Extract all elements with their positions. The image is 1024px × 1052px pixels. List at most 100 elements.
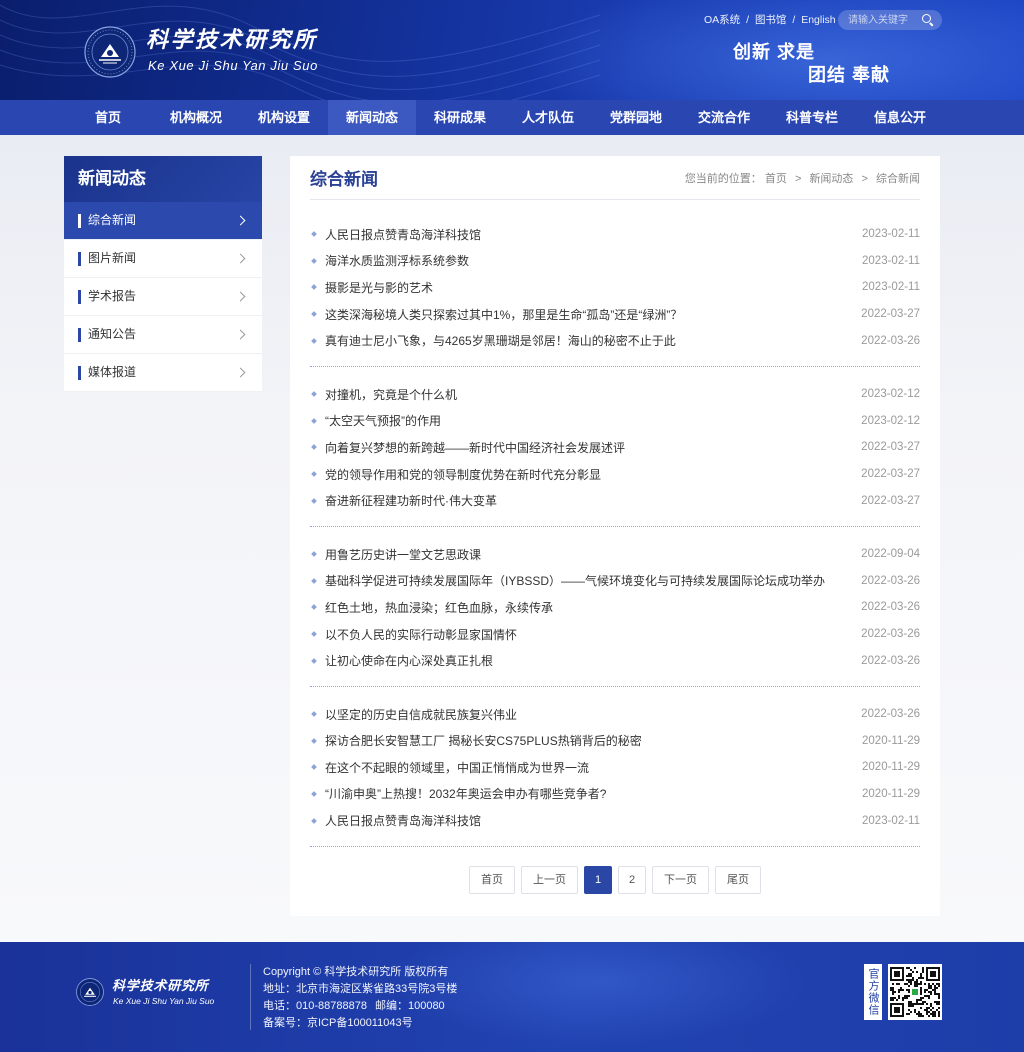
footer-copyright: Copyright © 科学技术研究所 版权所有: [263, 966, 449, 978]
news-item[interactable]: 人民日报点赞青岛海洋科技馆 2023-02-11: [310, 807, 920, 834]
news-title-link[interactable]: 基础科学促进可持续发展国际年（IYBSSD）——气候环境变化与可持续发展国际论坛…: [325, 572, 851, 589]
news-item[interactable]: 探访合肥长安智慧工厂 揭秘长安CS75PLUS热销背后的秘密 2020-11-29: [310, 728, 920, 755]
nav-item-talent[interactable]: 人才队伍: [504, 100, 592, 135]
breadcrumb-home-link[interactable]: 首页: [765, 173, 787, 185]
footer-info: Copyright © 科学技术研究所 版权所有 地址：北京市海淀区紫雀路33号…: [263, 964, 457, 1032]
first-page-button[interactable]: 首页: [469, 865, 515, 894]
news-item[interactable]: 在这个不起眼的领域里，中国正悄悄成为世界一流 2020-11-29: [310, 754, 920, 781]
news-item[interactable]: “川渝申奥”上热搜！2032年奥运会申办有哪些竞争者? 2020-11-29: [310, 781, 920, 808]
next-page-button[interactable]: 下一页: [652, 865, 709, 894]
news-item[interactable]: 向着复兴梦想的新跨越——新时代中国经济社会发展述评 2022-03-27: [310, 434, 920, 461]
breadcrumb-news-link[interactable]: 新闻动态: [809, 173, 853, 185]
diamond-bullet-icon: [311, 258, 317, 264]
news-date: 2020-11-29: [862, 787, 920, 800]
news-item[interactable]: 基础科学促进可持续发展国际年（IYBSSD）——气候环境变化与可持续发展国际论坛…: [310, 568, 920, 595]
diamond-bullet-icon: [311, 764, 317, 771]
search-input[interactable]: [838, 10, 922, 30]
content-header: 综合新闻 您当前的位置： 首页 > 新闻动态 > 综合新闻: [310, 156, 920, 200]
news-title-link[interactable]: 红色土地，热血浸染；红色血脉，永续传承: [325, 599, 851, 616]
sidebar: 新闻动态 综合新闻 图片新闻 学术报告 通知公告 媒体报道: [64, 156, 262, 392]
sidebar-marker: [78, 290, 81, 304]
news-title-link[interactable]: 用鲁艺历史讲一堂文艺思政课: [325, 546, 851, 563]
news-title-link[interactable]: 党的领导作用和党的领导制度优势在新时代充分彰显: [325, 466, 851, 483]
news-date: 2022-03-26: [861, 574, 920, 587]
news-date: 2023-02-12: [861, 414, 920, 427]
wechat-qr-code: [888, 964, 942, 1020]
news-item[interactable]: 用鲁艺历史讲一堂文艺思政课 2022-09-04: [310, 541, 920, 568]
footer-contact: 电话：010-88788878 邮编：100080: [263, 998, 457, 1015]
news-title-link[interactable]: 人民日报点赞青岛海洋科技馆: [325, 226, 852, 243]
breadcrumb-current[interactable]: 综合新闻: [876, 173, 920, 185]
nav-item-news[interactable]: 新闻动态: [328, 100, 416, 135]
sidebar-item-label: 通知公告: [88, 327, 137, 341]
nav-item-research[interactable]: 科研成果: [416, 100, 504, 135]
news-item[interactable]: 让初心使命在内心深处真正扎根 2022-03-26: [310, 647, 920, 674]
news-item[interactable]: “太空天气预报”的作用 2023-02-12: [310, 408, 920, 435]
news-title-link[interactable]: 这类深海秘境人类只探索过其中1%，那里是生命“孤岛”还是“绿洲”？: [325, 306, 851, 323]
sidebar-item-notices[interactable]: 通知公告: [64, 316, 262, 354]
news-title-link[interactable]: 向着复兴梦想的新跨越——新时代中国经济社会发展述评: [325, 439, 851, 456]
institute-emblem-icon: [84, 26, 136, 78]
footer-logo-title: 科学技术研究所: [112, 978, 209, 993]
library-link[interactable]: 图书馆: [755, 14, 787, 26]
nav-item-exchange[interactable]: 交流合作: [680, 100, 768, 135]
sidebar-title: 新闻动态: [64, 156, 262, 202]
breadcrumb-separator: >: [861, 172, 868, 185]
page-1-button[interactable]: 1: [584, 865, 612, 894]
news-item[interactable]: 真有迪士尼小飞象，与4265岁黑珊瑚是邻居！海山的秘密不止于此 2022-03-2…: [310, 327, 920, 354]
english-link[interactable]: English: [801, 14, 835, 26]
news-group: 以坚定的历史自信成就民族复兴伟业 2022-03-26 探访合肥长安智慧工厂 揭秘…: [310, 687, 920, 847]
nav-item-about[interactable]: 机构概况: [152, 100, 240, 135]
news-title-link[interactable]: 以坚定的历史自信成就民族复兴伟业: [325, 706, 851, 723]
nav-item-party[interactable]: 党群园地: [592, 100, 680, 135]
nav-item-disclosure[interactable]: 信息公开: [856, 100, 944, 135]
prev-page-button[interactable]: 上一页: [521, 865, 578, 894]
news-title-link[interactable]: 探访合肥长安智慧工厂 揭秘长安CS75PLUS热销背后的秘密: [325, 732, 852, 749]
diamond-bullet-icon: [311, 471, 317, 477]
sidebar-item-general-news[interactable]: 综合新闻: [64, 202, 262, 240]
diamond-bullet-icon: [311, 497, 317, 504]
news-item[interactable]: 这类深海秘境人类只探索过其中1%，那里是生命“孤岛”还是“绿洲”？ 2022-03…: [310, 301, 920, 328]
news-item[interactable]: 摄影是光与影的艺术 2023-02-11: [310, 274, 920, 301]
news-title-link[interactable]: 让初心使命在内心深处真正扎根: [325, 652, 851, 669]
last-page-button[interactable]: 尾页: [715, 865, 761, 894]
site-logo[interactable]: [84, 26, 136, 78]
sidebar-item-photo-news[interactable]: 图片新闻: [64, 240, 262, 278]
nav-item-science-popularization[interactable]: 科普专栏: [768, 100, 856, 135]
footer-icp[interactable]: 备案号：京ICP备100011043号: [263, 1015, 457, 1032]
news-title-link[interactable]: 在这个不起眼的领域里，中国正悄悄成为世界一流: [325, 759, 852, 776]
sidebar-item-media-reports[interactable]: 媒体报道: [64, 354, 262, 392]
news-item[interactable]: 海洋水质监测浮标系统参数 2023-02-11: [310, 248, 920, 275]
news-date: 2023-02-11: [862, 254, 920, 267]
diamond-bullet-icon: [311, 444, 317, 451]
news-title-link[interactable]: 真有迪士尼小飞象，与4265岁黑珊瑚是邻居！海山的秘密不止于此: [325, 332, 851, 349]
main-nav-items: 首页 机构概况 机构设置 新闻动态 科研成果 人才队伍 党群园地 交流合作 科普…: [64, 100, 944, 135]
news-title-link[interactable]: “川渝申奥”上热搜！2032年奥运会申办有哪些竞争者?: [325, 785, 852, 802]
news-title-link[interactable]: “太空天气预报”的作用: [325, 412, 851, 429]
news-item[interactable]: 党的领导作用和党的领导制度优势在新时代充分彰显 2022-03-27: [310, 461, 920, 488]
site-title: 科学技术研究所: [146, 27, 318, 52]
news-title-link[interactable]: 对撞机，究竟是个什么机: [325, 386, 851, 403]
nav-item-home[interactable]: 首页: [64, 100, 152, 135]
site-subtitle: Ke Xue Ji Shu Yan Jiu Suo: [148, 58, 318, 73]
top-links: OA系统 / 图书馆 / English: [704, 13, 836, 27]
news-item[interactable]: 对撞机，究竟是个什么机 2023-02-12: [310, 381, 920, 408]
sidebar-marker: [78, 252, 81, 266]
news-title-link[interactable]: 人民日报点赞青岛海洋科技馆: [325, 812, 852, 829]
news-title-link[interactable]: 奋进新征程建功新时代·伟大变革: [325, 492, 851, 509]
page-2-button[interactable]: 2: [618, 865, 646, 894]
news-item[interactable]: 以坚定的历史自信成就民族复兴伟业 2022-03-26: [310, 701, 920, 728]
news-date: 2022-03-26: [861, 708, 920, 721]
oa-system-link[interactable]: OA系统: [704, 14, 740, 26]
nav-item-departments[interactable]: 机构设置: [240, 100, 328, 135]
news-item[interactable]: 奋进新征程建功新时代·伟大变革 2022-03-27: [310, 487, 920, 514]
search-icon[interactable]: [922, 14, 934, 26]
news-item[interactable]: 以不负人民的实际行动彰显家国情怀 2022-03-26: [310, 621, 920, 648]
sidebar-item-academic-reports[interactable]: 学术报告: [64, 278, 262, 316]
news-title-link[interactable]: 海洋水质监测浮标系统参数: [325, 252, 852, 269]
search-box[interactable]: [838, 10, 942, 30]
news-item[interactable]: 人民日报点赞青岛海洋科技馆 2023-02-11: [310, 221, 920, 248]
news-item[interactable]: 红色土地，热血浸染；红色血脉，永续传承 2022-03-26: [310, 594, 920, 621]
news-title-link[interactable]: 摄影是光与影的艺术: [325, 279, 852, 296]
news-title-link[interactable]: 以不负人民的实际行动彰显家国情怀: [325, 626, 851, 643]
